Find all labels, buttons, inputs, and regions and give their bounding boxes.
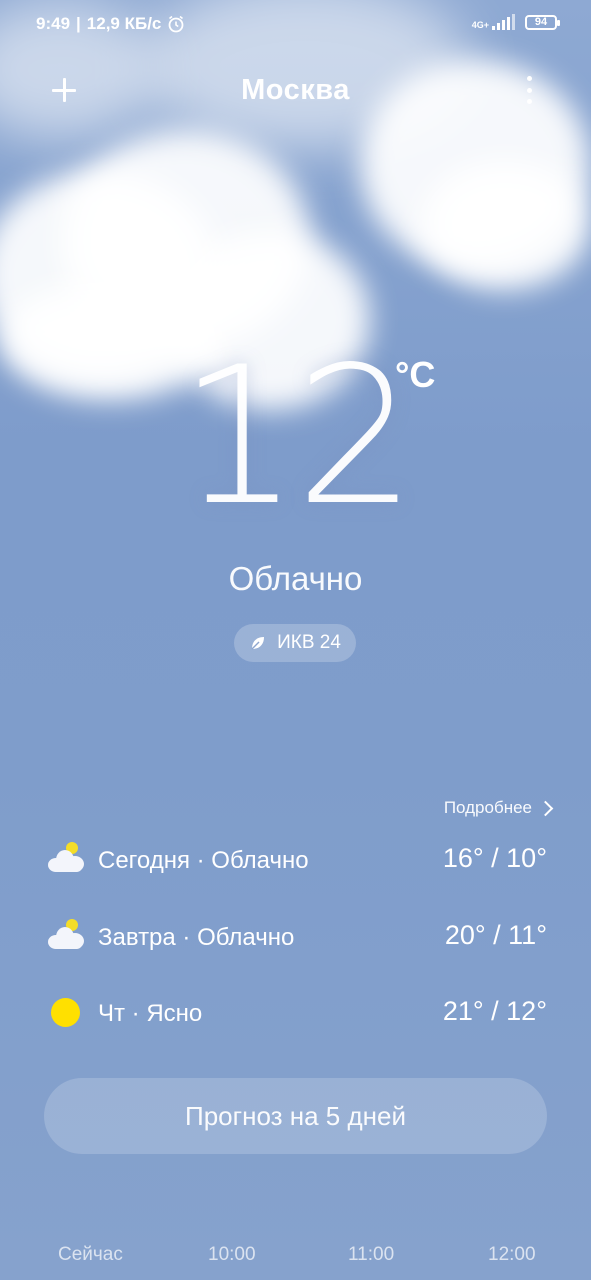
forecast-temps: 16° / 10° <box>442 843 547 873</box>
aqi-badge[interactable]: ИКВ 24 <box>234 624 356 662</box>
more-vertical-icon[interactable] <box>519 74 539 106</box>
battery-icon: 94 <box>525 14 560 30</box>
details-link[interactable]: Подробнее <box>443 798 554 818</box>
cellular-signal: 4G+ <box>472 14 515 30</box>
alarm-icon <box>168 15 184 33</box>
status-time: 9:49 <box>36 14 71 33</box>
status-separator: | <box>76 14 81 33</box>
temperature-unit: °C <box>395 354 436 395</box>
forecast-row-today[interactable]: Сегодня · Облачно 16° / 10° <box>0 835 591 885</box>
hourly-forecast[interactable]: Сейчас 10:00 11:00 12:00 <box>0 1244 591 1274</box>
chevron-right-icon <box>537 800 554 816</box>
header: Москва <box>0 62 591 120</box>
status-bar: 9:49 | 12,9 КБ/с 4G+ 94 <box>0 0 591 52</box>
status-speed: 12,9 КБ/с <box>86 14 162 33</box>
hour-label: 11:00 <box>348 1244 395 1265</box>
leaf-icon <box>251 637 265 650</box>
hour-label: Сейчас <box>58 1244 123 1265</box>
hour-label: 12:00 <box>488 1244 536 1265</box>
forecast-label: Завтра · Облачно <box>98 924 295 951</box>
forecast-temps: 20° / 11° <box>444 920 547 950</box>
status-left: 9:49 | 12,9 КБ/с <box>36 14 185 34</box>
forecast-row-thursday[interactable]: Чт · Ясно 21° / 12° <box>0 988 591 1038</box>
signal-bars-icon <box>492 14 515 30</box>
forecast-row-tomorrow[interactable]: Завтра · Облачно 20° / 11° <box>0 912 591 962</box>
partly-cloudy-icon <box>46 917 86 957</box>
sun-icon <box>46 993 86 1033</box>
partly-cloudy-icon <box>46 840 86 880</box>
five-day-forecast-button[interactable]: Прогноз на 5 дней <box>44 1078 547 1154</box>
aqi-label: ИКВ 24 <box>277 632 341 653</box>
battery-level: 94 <box>534 16 548 28</box>
current-condition: Облачно <box>228 560 363 597</box>
details-label: Подробнее <box>443 798 532 817</box>
forecast-temps: 21° / 12° <box>442 996 547 1026</box>
network-type: 4G+ <box>471 20 489 30</box>
city-title[interactable]: Москва <box>0 74 591 107</box>
forecast-label: Чт · Ясно <box>98 1000 203 1027</box>
status-right: 4G+ 94 <box>472 14 560 30</box>
hour-label: 10:00 <box>208 1244 256 1265</box>
current-temperature: 12 °C <box>0 342 591 532</box>
temperature-value: 12 <box>178 326 417 547</box>
forecast-label: Сегодня · Облачно <box>98 847 309 874</box>
